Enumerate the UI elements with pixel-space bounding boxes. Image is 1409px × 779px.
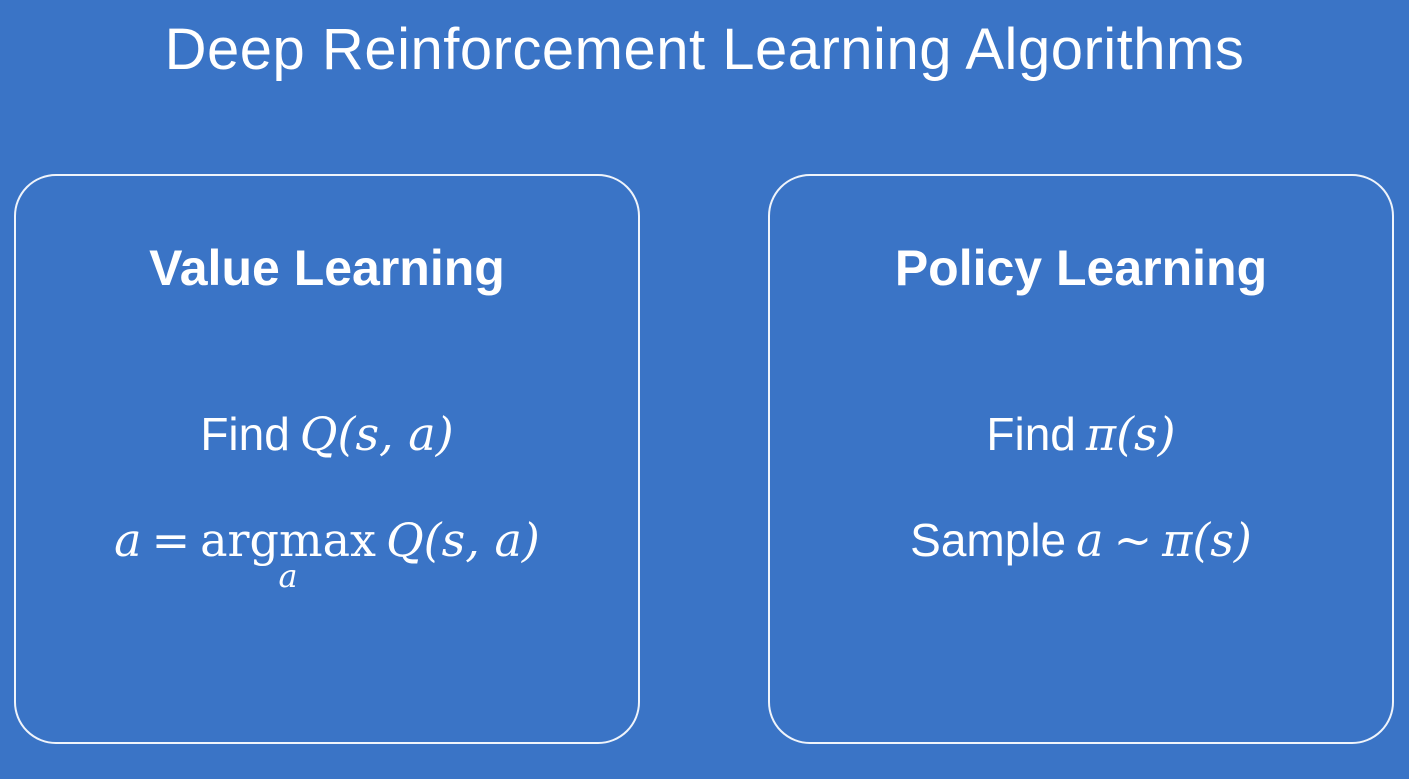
slide-title: Deep Reinforcement Learning Algorithms (164, 17, 1245, 82)
action-variable: a (114, 513, 142, 567)
argmax-subscript: a (278, 557, 298, 595)
find-label: Find (986, 408, 1076, 460)
tilde-sign: ~ (1113, 513, 1153, 567)
value-learning-heading: Value Learning (149, 240, 505, 296)
q-function-expression: Q(s, a) (299, 407, 454, 461)
policy-expression: π(s) (1085, 407, 1176, 461)
sampled-action-variable: a (1076, 513, 1104, 567)
sample-line: Sample a ~ π(s) (770, 510, 1392, 570)
find-q-line: Find Q(s, a) (16, 404, 638, 464)
find-pi-line: Find π(s) (770, 404, 1392, 464)
sample-policy-expression: π(s) (1162, 513, 1252, 567)
argmax-q-expression: Q(s, a) (385, 513, 540, 567)
argmax-operator: argmax a (200, 510, 376, 595)
find-label: Find (200, 408, 290, 460)
value-learning-panel: Value Learning Find Q(s, a) a = argmax a Q(s,… (14, 174, 640, 744)
equals-sign: = (151, 513, 191, 567)
argmax-equation: a = argmax a Q(s, a) (16, 510, 638, 595)
policy-learning-panel: Policy Learning Find π(s) Sample a ~ π(s) (768, 174, 1394, 744)
policy-learning-heading: Policy Learning (894, 240, 1268, 296)
sample-label: Sample (910, 514, 1067, 566)
